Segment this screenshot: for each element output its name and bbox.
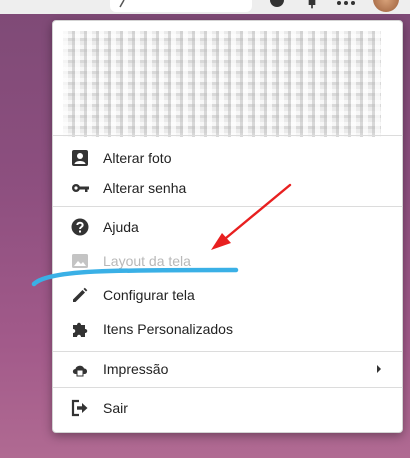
key-icon <box>72 184 89 192</box>
search-icon <box>119 0 125 8</box>
user-profile-blurred <box>63 31 381 137</box>
search-input[interactable] <box>110 0 252 12</box>
menu-item-sair[interactable]: Sair <box>53 394 402 422</box>
menu-item-impressao[interactable]: Impressão <box>53 355 402 383</box>
menu-item-label: Configurar tela <box>103 287 195 303</box>
top-toolbar <box>0 0 410 14</box>
menu-item-label: Alterar senha <box>103 180 187 196</box>
menu-item-label: Sair <box>103 400 128 416</box>
menu-item-configurar-tela[interactable]: Configurar tela <box>53 281 402 309</box>
pencil-icon <box>73 287 88 302</box>
avatar[interactable] <box>373 0 399 12</box>
menu-item-label: Alterar foto <box>103 150 172 166</box>
menu-item-label: Ajuda <box>103 219 139 235</box>
help-icon[interactable] <box>270 0 284 10</box>
menu-item-label: Itens Personalizados <box>103 321 233 337</box>
menu-item-itens-personalizados[interactable]: Itens Personalizados <box>53 315 402 343</box>
puzzle-icon <box>73 322 88 337</box>
account-box-icon <box>72 150 88 166</box>
chevron-right-icon <box>377 365 381 373</box>
user-menu: Alterar foto Alterar senha Ajuda Layout … <box>52 20 403 433</box>
image-icon <box>72 254 88 268</box>
menu-item-layout-da-tela[interactable]: Layout da tela <box>53 247 402 275</box>
menu-item-alterar-foto[interactable]: Alterar foto <box>53 144 402 172</box>
divider <box>53 206 402 207</box>
divider <box>53 387 402 388</box>
divider <box>53 135 402 136</box>
notification-icon[interactable] <box>305 0 319 10</box>
apps-grid-icon[interactable] <box>336 0 356 10</box>
divider <box>53 351 402 352</box>
menu-item-label: Impressão <box>103 361 169 377</box>
menu-item-label: Layout da tela <box>103 253 191 269</box>
help-circle-icon <box>71 218 89 236</box>
cloud-printer-icon <box>72 365 88 377</box>
menu-item-alterar-senha[interactable]: Alterar senha <box>53 174 402 202</box>
logout-icon <box>71 399 88 417</box>
menu-item-ajuda[interactable]: Ajuda <box>53 213 402 241</box>
